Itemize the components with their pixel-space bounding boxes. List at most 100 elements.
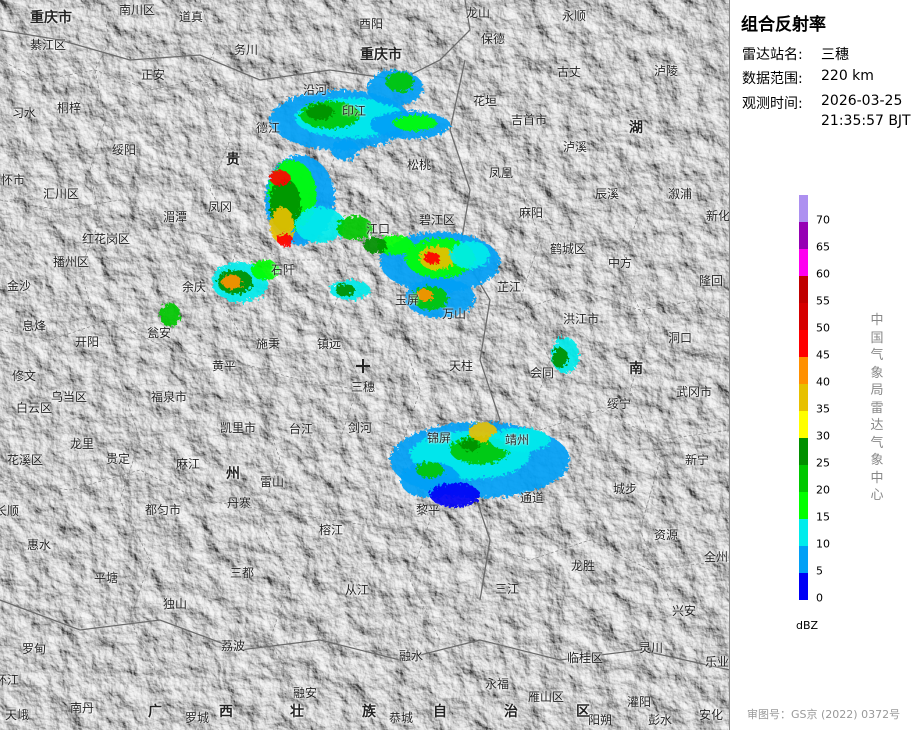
place-label: 福泉市	[150, 390, 188, 404]
place-label: 中方	[607, 256, 633, 270]
legend-tick-label: 0	[816, 591, 823, 605]
place-label: 融安	[292, 686, 318, 700]
echo-cell	[450, 241, 490, 269]
place-label: 融水	[398, 649, 424, 663]
echo-cell	[363, 237, 387, 253]
legend-swatch	[799, 573, 808, 600]
echo-cell	[306, 104, 334, 120]
product-title: 组合反射率	[741, 15, 826, 35]
legend-swatch	[799, 411, 808, 438]
place-label: 仁怀市	[0, 173, 26, 187]
legend-swatch	[799, 519, 808, 546]
place-label: 花垣	[472, 94, 498, 108]
place-label: 灵川	[638, 641, 664, 655]
legend-tick-label: 60	[816, 267, 830, 281]
range-label: 数据范围:	[742, 71, 803, 87]
place-label: 独山	[162, 597, 188, 611]
place-label: 溆浦	[667, 187, 693, 201]
place-label: 惠水	[26, 538, 52, 552]
echo-cell	[295, 207, 345, 243]
place-label: 洞口	[667, 331, 693, 345]
place-label: 沿河	[302, 83, 328, 97]
station-value: 三穗	[821, 47, 849, 63]
place-label: 龙里	[69, 437, 95, 451]
place-label: 息烽	[21, 319, 47, 333]
radar-map[interactable]: 重庆市 重庆市贵州湖南广西壮族自治区南川区 道真 酉阳 龙山 永顺 綦江区 务川 沿河 保德 古丈泸…	[0, 0, 730, 730]
org-name: 中国气象局雷达气象中心	[869, 312, 885, 505]
place-label: 镇远	[316, 337, 342, 351]
place-label: 榕江	[318, 523, 344, 537]
place-label: 雷山	[259, 475, 285, 489]
place-label: 丹寨	[226, 496, 252, 510]
place-label: 酉阳	[358, 17, 384, 31]
place-label: 湄潭	[162, 210, 188, 224]
place-label: 雁山区	[527, 690, 565, 704]
place-label: 凤凰	[488, 166, 514, 180]
place-label: 修文	[11, 369, 37, 383]
legend-tick-label: 65	[816, 240, 830, 254]
time-row: 观测时间: 2026-03-25	[742, 93, 902, 113]
place-label: 罗甸	[21, 642, 47, 656]
place-label: 都匀市	[144, 503, 182, 517]
legend-swatch	[799, 276, 808, 303]
place-label: 鹤城区	[549, 242, 587, 256]
place-label: 从江	[344, 583, 370, 597]
place-label: 松桃	[406, 158, 432, 172]
place-label: 灌阳	[626, 695, 652, 709]
place-label: 环江	[0, 673, 20, 687]
place-label: 麻阳	[518, 206, 544, 220]
org-char: 气	[870, 435, 884, 451]
echo-cell	[160, 303, 180, 327]
place-label: 黄平	[211, 359, 237, 373]
org-char: 雷	[870, 400, 884, 416]
place-label: 永福	[484, 677, 510, 691]
place-label: 罗城	[184, 711, 210, 725]
place-label: 正安	[140, 68, 166, 82]
region-label: 西	[219, 704, 233, 720]
place-label: 南川区	[118, 3, 156, 17]
region-label: 广	[148, 704, 162, 720]
legend-tick-label: 10	[816, 537, 830, 551]
echo-cell	[270, 170, 290, 186]
place-label: 花溪区	[6, 453, 44, 467]
org-char: 象	[870, 453, 884, 469]
place-label: 剑河	[347, 421, 373, 435]
place-label: 三穗	[350, 380, 376, 394]
legend-swatch	[799, 330, 808, 357]
org-char: 中	[870, 313, 884, 328]
legend-tick-label: 70	[816, 213, 830, 227]
legend-tick-label: 25	[816, 456, 830, 470]
legend-tick-label: 15	[816, 510, 830, 524]
place-label: 汇川区	[42, 187, 80, 201]
place-label: 恭城	[388, 711, 414, 725]
info-panel: 组合反射率 雷达站名: 三穗 数据范围: 220 km 观测时间: 2026-0…	[731, 0, 920, 730]
echo-cell	[552, 348, 568, 368]
place-label: 天柱	[448, 359, 474, 373]
dbz-legend: 0 5 10 15 20 25 30 35 40 45 50 55 60 65 70	[799, 195, 859, 605]
place-label: 红花岗区	[81, 232, 131, 246]
legend-tick-label: 55	[816, 294, 830, 308]
region-label: 区	[576, 704, 590, 720]
place-label: 播州区	[52, 255, 90, 269]
place-label: 桐梓	[56, 101, 82, 115]
radar-station-marker	[356, 359, 370, 373]
place-label: 龙胜	[570, 559, 596, 573]
legend-swatch	[799, 384, 808, 411]
place-label: 三江	[494, 582, 520, 596]
place-label: 台江	[288, 422, 314, 436]
echo-cell	[416, 462, 444, 478]
place-label: 隆回	[698, 274, 724, 288]
org-char: 国	[870, 330, 884, 346]
region-label: 南	[629, 361, 643, 377]
place-label: 白云区	[15, 401, 53, 415]
echo-cell	[460, 439, 480, 451]
region-label: 州	[226, 466, 240, 482]
place-label: 黎平	[415, 503, 441, 517]
place-label: 平塘	[93, 571, 119, 585]
legend-swatch	[799, 438, 808, 465]
place-label: 新宁	[684, 453, 710, 467]
place-label: 碧江区	[418, 213, 456, 227]
echo-cell	[417, 289, 433, 301]
place-label: 兴安	[671, 604, 697, 618]
place-label: 泸陵	[653, 64, 679, 78]
